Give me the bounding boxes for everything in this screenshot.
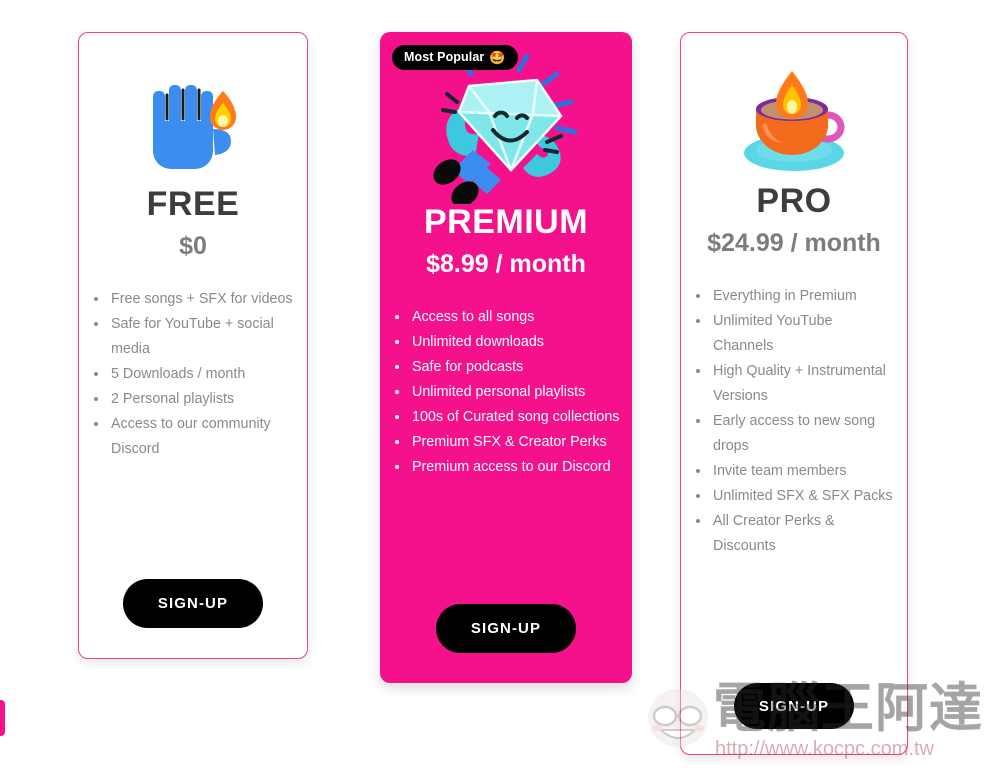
feature-item: Unlimited YouTube Channels — [711, 309, 893, 359]
pricing-card-premium[interactable]: Most Popular 🤩 PREMIUM $8.99 / month • A… — [380, 32, 632, 683]
coffee-fire-icon — [744, 71, 845, 171]
feature-item: Early access to new song drops — [711, 409, 893, 459]
feature-item: Everything in Premium — [711, 284, 893, 309]
most-popular-badge: Most Popular 🤩 — [392, 45, 518, 70]
running-diamond-illustration — [380, 54, 632, 204]
hand-fire-illustration — [79, 61, 307, 186]
star-struck-emoji-icon: 🤩 — [489, 49, 506, 65]
edge-accent-sliver — [0, 700, 5, 736]
plan-title-premium: PREMIUM — [423, 203, 589, 241]
feature-item: Access to our community Discord — [109, 412, 293, 462]
feature-list-premium: Access to all songs Unlimited downloads … — [380, 305, 632, 480]
plan-price-premium: $8.99 / month — [426, 250, 586, 279]
feature-item: 100s of Curated song collections — [410, 405, 622, 430]
feature-list-free: Free songs + SFX for videos Safe for You… — [79, 287, 307, 462]
pricing-plans-container: FREE $0 Free songs + SFX for videos Safe… — [0, 0, 1000, 781]
signup-area-premium: SIGN-UP — [380, 604, 632, 653]
feature-item: Unlimited SFX & SFX Packs — [711, 484, 893, 509]
feature-list-pro: Everything in Premium Unlimited YouTube … — [681, 284, 907, 559]
fire-icon — [210, 91, 236, 130]
plan-title-pro: PRO — [756, 182, 832, 220]
feature-item: 2 Personal playlists — [109, 387, 293, 412]
feature-item: All Creator Perks & Discounts — [711, 509, 893, 559]
pricing-card-free[interactable]: FREE $0 Free songs + SFX for videos Safe… — [78, 32, 308, 659]
coffee-cup-fire-illustration — [681, 63, 907, 183]
hand-fire-icon — [153, 85, 236, 169]
plan-price-free: $0 — [179, 232, 207, 261]
feature-item: Safe for podcasts — [410, 355, 622, 380]
signup-area-free: SIGN-UP — [79, 579, 307, 628]
signup-button-premium[interactable]: SIGN-UP — [436, 604, 576, 653]
signup-button-pro[interactable]: SIGN-UP — [734, 683, 854, 729]
badge-label: Most Popular — [404, 50, 485, 64]
fire-icon — [776, 71, 808, 119]
feature-item: Unlimited downloads — [410, 330, 622, 355]
plan-price-pro: $24.99 / month — [707, 229, 881, 258]
feature-item: High Quality + Instrumental Versions — [711, 359, 893, 409]
feature-item: Invite team members — [711, 459, 893, 484]
feature-item: Safe for YouTube + social media — [109, 312, 293, 362]
feature-item: Free songs + SFX for videos — [109, 287, 293, 312]
feature-item: 5 Downloads / month — [109, 362, 293, 387]
feature-item: Premium access to our Discord — [410, 455, 622, 480]
signup-area-pro: SIGN-UP — [681, 683, 907, 729]
signup-button-free[interactable]: SIGN-UP — [123, 579, 263, 628]
pricing-card-pro[interactable]: PRO $24.99 / month Everything in Premium… — [680, 32, 908, 755]
feature-item: Unlimited personal playlists — [410, 380, 622, 405]
feature-item: Access to all songs — [410, 305, 622, 330]
diamond-character-icon — [433, 54, 578, 204]
plan-title-free: FREE — [146, 185, 240, 223]
feature-item: Premium SFX & Creator Perks — [410, 430, 622, 455]
